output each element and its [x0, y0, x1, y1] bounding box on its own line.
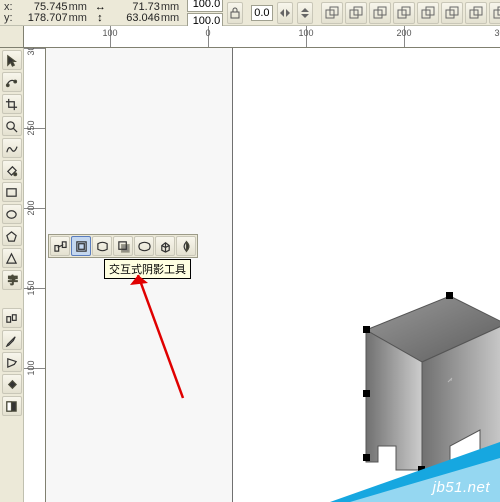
- ruler-horizontal: 100 0 100 200 300: [0, 26, 500, 48]
- combine-icon[interactable]: [393, 2, 415, 24]
- text-tool[interactable]: 字: [2, 270, 22, 290]
- scale-x-input[interactable]: 100.0: [187, 0, 223, 12]
- interactive-blend-tool[interactable]: [2, 308, 22, 328]
- selection-handle[interactable]: [446, 292, 453, 299]
- height-value: 63.046: [106, 13, 160, 24]
- pick-tool[interactable]: [2, 50, 22, 70]
- ruler-tick-label: 100: [26, 360, 36, 375]
- drop-shadow-tool[interactable]: [113, 236, 133, 256]
- y-value: 178.707: [14, 13, 68, 24]
- ruler-tick-label: 300: [494, 28, 500, 38]
- mirror-h-button[interactable]: [277, 2, 293, 24]
- toolbox: 字: [0, 48, 24, 502]
- transparency-tool[interactable]: [176, 236, 196, 256]
- ruler-tick-label: 200: [396, 28, 411, 38]
- to-back-icon[interactable]: [465, 2, 487, 24]
- zoom-tool[interactable]: [2, 116, 22, 136]
- crop-tool[interactable]: [2, 94, 22, 114]
- selection-handle[interactable]: [363, 390, 370, 397]
- envelope-tool[interactable]: [134, 236, 154, 256]
- ruler-tick-label: 100: [102, 28, 117, 38]
- position-readout: x: 75.745 mm y: 178.707 mm: [4, 2, 87, 24]
- rotate-input[interactable]: 0.0: [251, 5, 272, 21]
- y-label: y:: [4, 13, 13, 24]
- rectangle-tool[interactable]: [2, 182, 22, 202]
- ruler-tick-label: 0: [205, 28, 210, 38]
- ruler-tick-label: 100: [298, 28, 313, 38]
- width-value: 71.73: [106, 2, 160, 13]
- fill-tool[interactable]: [2, 374, 22, 394]
- outline-tool[interactable]: [2, 352, 22, 372]
- interactive-tools-flyout: [48, 234, 198, 258]
- polygon-tool[interactable]: [2, 226, 22, 246]
- x-value: 75.745: [14, 2, 68, 13]
- property-bar: x: 75.745 mm y: 178.707 mm ↔ 71.73 mm ↕ …: [0, 0, 500, 26]
- extrude-tool[interactable]: [155, 236, 175, 256]
- mirror-v-button[interactable]: [297, 2, 313, 24]
- shape-tool[interactable]: [2, 72, 22, 92]
- ruler-tick-label: 150: [26, 280, 36, 295]
- selection-handle[interactable]: [363, 326, 370, 333]
- break-icon[interactable]: [417, 2, 439, 24]
- basic-shapes-tool[interactable]: [2, 248, 22, 268]
- ruler-vertical: 300 250 200 150 100: [24, 48, 46, 502]
- to-front-icon[interactable]: [441, 2, 463, 24]
- tooltip: 交互式阴影工具: [104, 259, 191, 279]
- lock-ratio-button[interactable]: [227, 2, 243, 24]
- blend-tool[interactable]: [50, 236, 70, 256]
- group-icon[interactable]: [345, 2, 367, 24]
- ellipse-tool[interactable]: [2, 204, 22, 224]
- y-unit: mm: [69, 13, 87, 24]
- ungroup-icon[interactable]: [369, 2, 391, 24]
- svg-text:字: 字: [8, 274, 18, 287]
- align-icon[interactable]: [321, 2, 343, 24]
- x-unit: mm: [69, 2, 87, 13]
- eyedropper-tool[interactable]: [2, 330, 22, 350]
- distortion-tool[interactable]: [92, 236, 112, 256]
- ruler-origin-corner[interactable]: [0, 26, 24, 47]
- page-boundary: [232, 48, 233, 502]
- watermark-text: jb51.net: [433, 479, 490, 496]
- watermark: jb51.net: [330, 442, 500, 502]
- scale-readout: 100.0 100.0: [187, 0, 223, 29]
- forward-icon[interactable]: [489, 2, 500, 24]
- ruler-tick-label: 300: [26, 48, 36, 56]
- size-readout: ↔ 71.73 mm ↕ 63.046 mm: [95, 2, 179, 24]
- freehand-tool[interactable]: [2, 138, 22, 158]
- interactive-fill-tool[interactable]: [2, 396, 22, 416]
- smart-fill-tool[interactable]: [2, 160, 22, 180]
- ruler-tick-label: 200: [26, 200, 36, 215]
- contour-tool[interactable]: [71, 236, 91, 256]
- x-label: x:: [4, 2, 13, 13]
- ruler-tick-label: 250: [26, 120, 36, 135]
- canvas[interactable]: 交互式阴影工具: [46, 48, 500, 502]
